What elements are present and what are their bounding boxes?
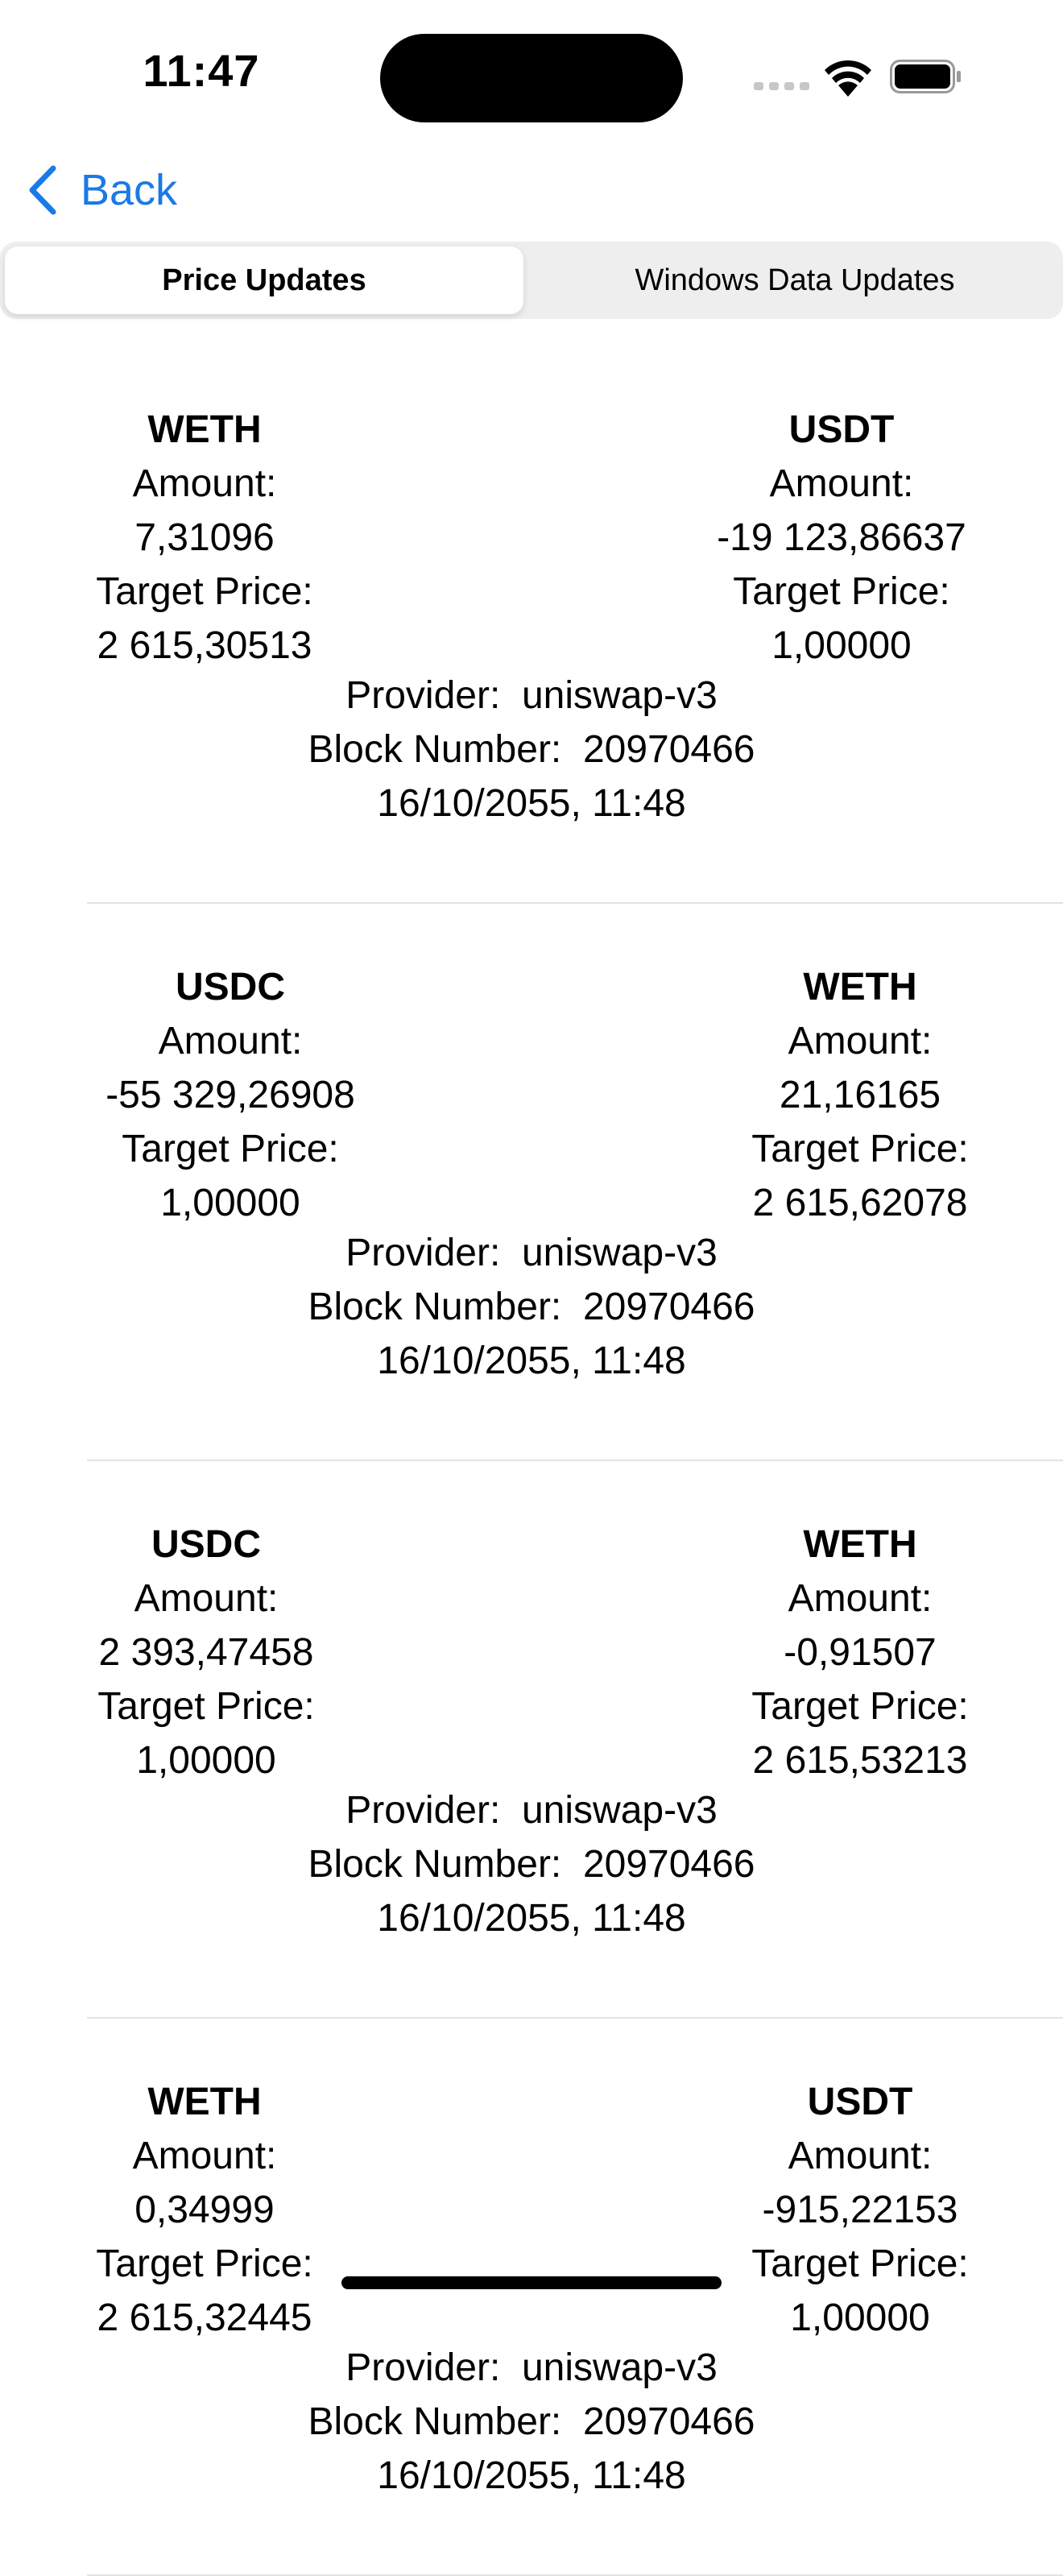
target-price-value: 2 615,30513 (97, 624, 312, 667)
amount-value: -915,22153 (762, 2189, 958, 2231)
dynamic-island (380, 34, 683, 122)
amount-label: Amount: (788, 1577, 933, 1620)
update-details: Provider: uniswap-v3 Block Number: 20970… (0, 1783, 1063, 1945)
target-price-label: Target Price: (733, 570, 950, 613)
amount-label: Amount: (132, 462, 277, 505)
token-symbol: WETH (803, 966, 917, 1008)
status-bar: 11:47 (0, 0, 1063, 153)
token-symbol: USDC (151, 1523, 261, 1566)
token-symbol: WETH (803, 1523, 917, 1566)
back-label: Back (81, 166, 178, 214)
battery-icon (890, 60, 961, 93)
token-right: USDT Amount: -915,22153 Target Price: 1,… (691, 2075, 1029, 2345)
segmented-control: Price Updates Windows Data Updates (0, 242, 1063, 319)
block-number-row: Block Number: 20970466 (0, 1837, 1063, 1891)
block-number-value: 20970466 (582, 1843, 755, 1886)
amount-value: 0,34999 (134, 2189, 275, 2231)
amount-value: -55 329,26908 (105, 1074, 355, 1116)
token-symbol: USDC (175, 966, 285, 1008)
target-price-value: 2 615,32445 (97, 2296, 312, 2339)
block-number-value: 20970466 (582, 2400, 755, 2443)
target-price-label: Target Price: (96, 2243, 313, 2285)
block-number-row: Block Number: 20970466 (0, 723, 1063, 777)
amount-label: Amount: (788, 2135, 933, 2177)
update-details: Provider: uniswap-v3 Block Number: 20970… (0, 1226, 1063, 1388)
token-symbol: USDT (788, 408, 895, 451)
amount-value: -0,91507 (784, 1631, 937, 1674)
token-right: WETH Amount: 21,16165 Target Price: 2 61… (691, 960, 1029, 1230)
provider-value: uniswap-v3 (521, 674, 718, 717)
token-symbol: WETH (147, 408, 262, 451)
home-indicator (341, 2276, 722, 2289)
block-number-value: 20970466 (582, 728, 755, 771)
target-price-value: 2 615,53213 (752, 1739, 968, 1782)
price-update-card: USDC Amount: -55 329,26908 Target Price:… (0, 904, 1063, 1461)
block-number-label: Block Number: (308, 1843, 562, 1886)
segment-windows-data-updates[interactable]: Windows Data Updates (532, 246, 1058, 314)
update-date: 16/10/2055, 11:48 (377, 1897, 686, 1940)
token-right: WETH Amount: -0,91507 Target Price: 2 61… (691, 1518, 1029, 1787)
amount-label: Amount: (132, 2135, 277, 2177)
amount-value: 21,16165 (779, 1074, 941, 1116)
token-left: USDC Amount: 2 393,47458 Target Price: 1… (37, 1518, 375, 1787)
update-date: 16/10/2055, 11:48 (377, 2454, 686, 2497)
price-update-card: USDC Amount: 2 393,47458 Target Price: 1… (0, 1461, 1063, 2019)
target-price-value: 1,00000 (771, 624, 912, 667)
amount-label: Amount: (158, 1020, 303, 1062)
provider-value: uniswap-v3 (521, 1232, 718, 1274)
segment-price-updates[interactable]: Price Updates (5, 246, 523, 314)
price-update-card: WETH Amount: 0,34999 Target Price: 2 615… (0, 2019, 1063, 2576)
provider-row: Provider: uniswap-v3 (0, 2341, 1063, 2395)
token-right: USDT Amount: -19 123,86637 Target Price:… (672, 403, 1011, 673)
provider-label: Provider: (345, 2346, 501, 2389)
provider-row: Provider: uniswap-v3 (0, 669, 1063, 723)
update-date: 16/10/2055, 11:48 (377, 782, 686, 825)
back-button[interactable]: Back (27, 158, 177, 222)
price-update-card: WETH Amount: 7,31096 Target Price: 2 615… (0, 346, 1063, 904)
update-details: Provider: uniswap-v3 Block Number: 20970… (0, 2341, 1063, 2503)
amount-label: Amount: (788, 1020, 933, 1062)
token-left: WETH Amount: 0,34999 Target Price: 2 615… (35, 2075, 374, 2345)
target-price-value: 1,00000 (136, 1739, 276, 1782)
price-updates-list: WETH Amount: 7,31096 Target Price: 2 615… (0, 346, 1063, 2576)
wifi-icon (825, 60, 871, 97)
block-number-label: Block Number: (308, 728, 562, 771)
provider-label: Provider: (345, 1232, 501, 1274)
amount-value: 2 393,47458 (98, 1631, 314, 1674)
amount-value: 7,31096 (134, 516, 275, 559)
target-price-label: Target Price: (97, 1685, 315, 1728)
target-price-label: Target Price: (751, 2243, 969, 2285)
status-time: 11:47 (143, 45, 260, 96)
target-price-label: Target Price: (96, 570, 313, 613)
block-number-row: Block Number: 20970466 (0, 1280, 1063, 1334)
amount-label: Amount: (769, 462, 914, 505)
provider-value: uniswap-v3 (521, 2346, 718, 2389)
cellular-signal-icon (754, 82, 810, 90)
target-price-value: 1,00000 (790, 2296, 930, 2339)
target-price-label: Target Price: (751, 1128, 969, 1170)
target-price-value: 1,00000 (160, 1182, 300, 1224)
block-number-row: Block Number: 20970466 (0, 2395, 1063, 2449)
amount-value: -19 123,86637 (717, 516, 966, 559)
block-number-label: Block Number: (308, 1286, 562, 1328)
chevron-left-icon (29, 165, 56, 215)
token-left: USDC Amount: -55 329,26908 Target Price:… (61, 960, 399, 1230)
provider-row: Provider: uniswap-v3 (0, 1783, 1063, 1837)
token-left: WETH Amount: 7,31096 Target Price: 2 615… (35, 403, 374, 673)
target-price-label: Target Price: (751, 1685, 969, 1728)
provider-value: uniswap-v3 (521, 1789, 718, 1832)
block-number-value: 20970466 (582, 1286, 755, 1328)
amount-label: Amount: (134, 1577, 279, 1620)
block-number-label: Block Number: (308, 2400, 562, 2443)
provider-label: Provider: (345, 674, 501, 717)
target-price-value: 2 615,62078 (752, 1182, 968, 1224)
provider-row: Provider: uniswap-v3 (0, 1226, 1063, 1280)
update-date: 16/10/2055, 11:48 (377, 1340, 686, 1382)
token-symbol: USDT (807, 2081, 913, 2123)
target-price-label: Target Price: (122, 1128, 339, 1170)
provider-label: Provider: (345, 1789, 501, 1832)
update-details: Provider: uniswap-v3 Block Number: 20970… (0, 669, 1063, 830)
token-symbol: WETH (147, 2081, 262, 2123)
